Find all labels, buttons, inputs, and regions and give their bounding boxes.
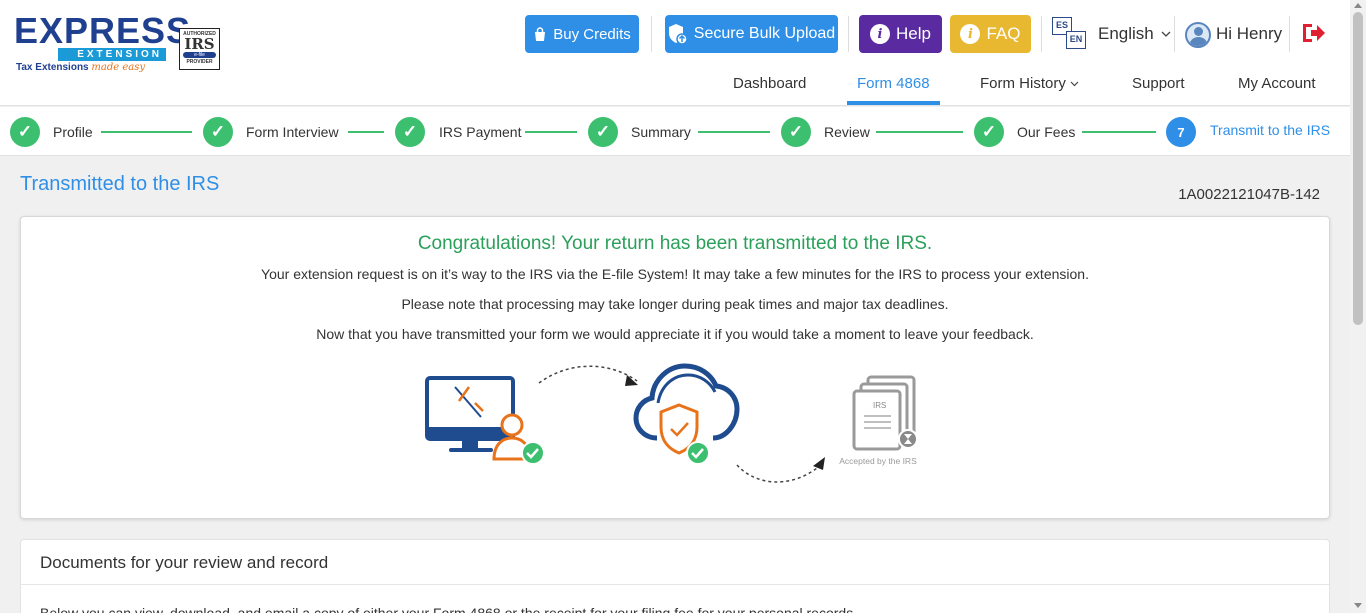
step-connector <box>698 131 770 133</box>
step-connector <box>348 131 384 133</box>
logo-tagline-script: made easy <box>91 62 146 73</box>
documents-divider <box>21 584 1329 585</box>
vertical-scrollbar[interactable] <box>1350 0 1366 613</box>
header-divider <box>651 16 652 52</box>
step-label-summary: Summary <box>631 124 691 140</box>
language-select[interactable]: English <box>1098 24 1171 44</box>
logo-tagline-plain: Tax Extensions <box>16 62 89 73</box>
header-divider <box>848 16 849 52</box>
user-greeting[interactable]: Hi Henry <box>1216 24 1282 44</box>
step-check-form-interview: ✓ <box>203 117 233 147</box>
nav-form-4868[interactable]: Form 4868 <box>857 75 930 92</box>
buy-credits-label: Buy Credits <box>553 25 631 43</box>
help-button[interactable]: i Help <box>859 15 942 53</box>
info-icon: i <box>870 24 891 44</box>
step-connector <box>525 131 577 133</box>
dashed-arrow-icon <box>538 365 638 386</box>
step-check-our-fees: ✓ <box>974 117 1004 147</box>
language-translate-icon[interactable]: ES EN <box>1052 17 1088 51</box>
secure-bulk-upload-label: Secure Bulk Upload <box>693 25 836 42</box>
user-avatar-icon[interactable] <box>1185 22 1211 48</box>
confirmation-card: Congratulations! Your return has been tr… <box>20 216 1330 519</box>
shield-upload-icon <box>668 24 688 45</box>
badge-provider: PROVIDER <box>186 59 213 65</box>
step-connector <box>101 131 192 133</box>
scroll-up-arrow-icon[interactable] <box>1354 3 1362 8</box>
logo-extension-bar: EXTENSION <box>58 48 166 61</box>
expressextension-logo[interactable]: EXPRESS EXTENSION Tax Extensions made ea… <box>14 10 192 78</box>
info-icon: i <box>960 24 981 44</box>
scroll-down-arrow-icon[interactable] <box>1354 603 1362 608</box>
step-check-review: ✓ <box>781 117 811 147</box>
nav-support[interactable]: Support <box>1132 75 1185 92</box>
check-badge-icon <box>521 441 545 465</box>
step-label-form-interview: Form Interview <box>246 124 339 140</box>
help-label: Help <box>896 24 931 43</box>
nav-active-underline <box>847 101 940 105</box>
documents-card: Documents for your review and record Bel… <box>20 539 1330 613</box>
irs-document-icon: IRS <box>852 375 918 451</box>
step-check-summary: ✓ <box>588 117 618 147</box>
step-connector <box>1082 131 1156 133</box>
shopping-bag-icon <box>535 26 546 41</box>
step-check-irs-payment: ✓ <box>395 117 425 147</box>
nav-form-history[interactable]: Form History <box>980 75 1079 92</box>
step-label-irs-payment: IRS Payment <box>439 124 522 140</box>
lang-en-box: EN <box>1066 31 1086 49</box>
scrollbar-thumb[interactable] <box>1353 12 1363 325</box>
language-selected-label: English <box>1098 24 1154 43</box>
step-check-profile: ✓ <box>10 117 40 147</box>
cloud-shield-icon <box>633 363 740 455</box>
step-label-review: Review <box>824 124 870 140</box>
header-divider <box>1041 16 1042 52</box>
secure-bulk-upload-button[interactable]: Secure Bulk Upload <box>665 15 838 53</box>
submission-reference-id: 1A0022121047B-142 <box>1178 186 1320 203</box>
step-number-transmit: 7 <box>1166 117 1196 147</box>
nav-dashboard[interactable]: Dashboard <box>733 75 806 92</box>
chevron-down-icon <box>1161 31 1170 37</box>
documents-description: Below you can view, download, and email … <box>40 605 858 613</box>
buy-credits-button[interactable]: Buy Credits <box>525 15 639 53</box>
accepted-by-irs-caption: Accepted by the IRS <box>839 456 917 466</box>
logo-tagline: Tax Extensions made easy <box>16 62 145 73</box>
dashed-arrow-icon <box>736 457 825 483</box>
chevron-down-icon <box>1070 81 1079 87</box>
header-divider <box>1174 16 1175 52</box>
logout-icon[interactable] <box>1300 21 1326 45</box>
transmission-illustration: IRS Accepted by the IRS <box>425 363 918 483</box>
irs-document-label: IRS <box>873 401 886 410</box>
header: EXPRESS EXTENSION Tax Extensions made ea… <box>0 0 1350 106</box>
header-divider <box>1289 16 1290 52</box>
page-title: Transmitted to the IRS <box>20 173 220 195</box>
irs-authorized-provider-badge: AUTHORIZED IRS e-file PROVIDER <box>179 28 220 70</box>
step-label-profile: Profile <box>53 124 93 140</box>
step-label-our-fees: Our Fees <box>1017 124 1076 140</box>
step-connector <box>876 131 963 133</box>
logo-wordmark: EXPRESS <box>14 10 192 51</box>
badge-irs: IRS <box>184 35 215 53</box>
step-label-transmit: Transmit to the IRS <box>1210 122 1331 138</box>
nav-my-account[interactable]: My Account <box>1238 75 1316 92</box>
documents-title: Documents for your review and record <box>40 553 329 572</box>
faq-button[interactable]: i FAQ <box>950 15 1031 53</box>
faq-label: FAQ <box>986 24 1021 43</box>
nav-form-history-label: Form History <box>980 75 1066 92</box>
check-badge-icon <box>686 441 710 465</box>
